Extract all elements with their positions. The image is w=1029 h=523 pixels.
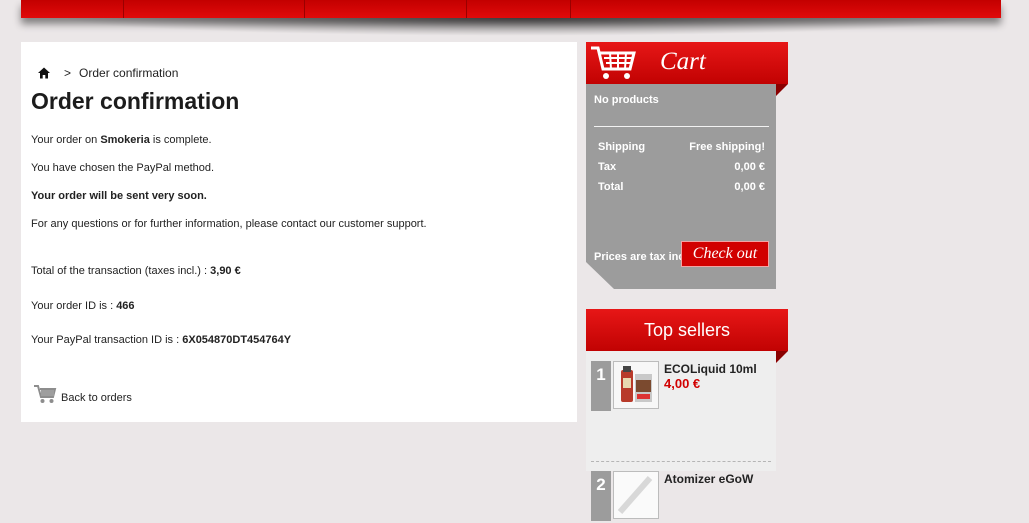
cart-total-value: 0,00 €: [734, 181, 765, 193]
cart-total-label: Total: [598, 181, 624, 193]
product-thumbnail[interactable]: [613, 471, 659, 519]
product-name[interactable]: Atomizer eGoW: [664, 472, 753, 486]
cart-header-fold: [776, 84, 788, 96]
shipping-notice-text: Your order will be sent very soon.: [31, 190, 207, 202]
cart-total-row: Total 0,00 €: [598, 181, 765, 193]
cart-header[interactable]: Cart: [586, 42, 788, 96]
list-item[interactable]: 1 ECOLiquid 10ml 4,00 €: [591, 361, 771, 413]
cart-shipping-row: Shipping Free shipping!: [598, 141, 765, 153]
back-to-orders-label[interactable]: Back to orders: [61, 392, 132, 404]
top-navigation-bar: [21, 0, 1001, 18]
product-price: 4,00 €: [664, 376, 701, 391]
nav-shadow: [60, 18, 980, 36]
shop-name: Smokeria: [100, 134, 150, 146]
order-complete-suffix: is complete.: [149, 134, 212, 146]
transaction-total-label: Total of the transaction (taxes incl.) :: [31, 265, 211, 277]
home-icon[interactable]: [38, 67, 50, 79]
cart-tax-row: Tax 0,00 €: [598, 161, 765, 173]
order-complete-text: Your order on Smokeria is complete.: [31, 134, 212, 146]
payment-method-text: You have chosen the PayPal method.: [31, 162, 215, 174]
back-to-orders-link[interactable]: Back to orders: [33, 384, 132, 404]
top-sellers-fold: [776, 351, 788, 363]
nav-separator: [304, 0, 305, 18]
transaction-total: Total of the transaction (taxes incl.) :…: [31, 265, 241, 277]
nav-separator: [570, 0, 571, 18]
main-content: > Order confirmation Order confirmation …: [21, 42, 577, 422]
order-id-label: Your order ID is :: [31, 300, 117, 312]
checkout-button[interactable]: Check out: [681, 241, 769, 267]
nav-separator: [466, 0, 467, 18]
cart-shipping-value: Free shipping!: [689, 141, 765, 153]
seller-rank: 2: [591, 471, 611, 521]
seller-rank: 1: [591, 361, 611, 411]
top-sellers-header[interactable]: Top sellers: [586, 309, 788, 363]
cart-tax-value: 0,00 €: [734, 161, 765, 173]
cart-divider: [594, 126, 769, 127]
top-sellers-title[interactable]: Top sellers: [644, 320, 730, 341]
cart-shipping-label: Shipping: [598, 141, 646, 153]
paypal-transaction-id: Your PayPal transaction ID is : 6X054870…: [31, 334, 291, 346]
breadcrumb-separator: >: [64, 66, 72, 80]
cart-title[interactable]: Cart: [660, 48, 706, 76]
order-id-value: 466: [116, 300, 135, 312]
top-sellers-list: 1 ECOLiquid 10ml 4,00 € 2 Atomizer eGoW: [586, 351, 776, 521]
cart-block: Cart No products Shipping Free shipping!…: [586, 42, 788, 289]
paypal-id-label: Your PayPal transaction ID is :: [31, 334, 183, 346]
paypal-id-value: 6X054870DT454764Y: [182, 334, 292, 346]
breadcrumb-current: Order confirmation: [79, 66, 179, 80]
nav-separator: [123, 0, 124, 18]
support-text: For any questions or for further informa…: [31, 218, 427, 230]
order-complete-prefix: Your order on: [31, 134, 101, 146]
product-name[interactable]: ECOLiquid 10ml: [664, 362, 757, 376]
top-sellers-block: Top sellers 1 ECOLiquid 10ml 4,00 € 2 At…: [586, 309, 788, 521]
list-item[interactable]: 2 Atomizer eGoW: [591, 471, 771, 523]
breadcrumb: > Order confirmation: [38, 66, 178, 80]
order-id: Your order ID is : 466: [31, 300, 135, 312]
seller-divider: [591, 461, 771, 462]
product-thumbnail[interactable]: [613, 361, 659, 409]
transaction-total-value: 3,90 €: [210, 265, 241, 277]
page-title: Order confirmation: [31, 88, 240, 114]
cart-tax-label: Tax: [598, 161, 617, 173]
shopping-cart-icon: [591, 46, 636, 79]
cart-small-icon: [34, 385, 57, 403]
cart-no-products: No products: [594, 94, 659, 106]
